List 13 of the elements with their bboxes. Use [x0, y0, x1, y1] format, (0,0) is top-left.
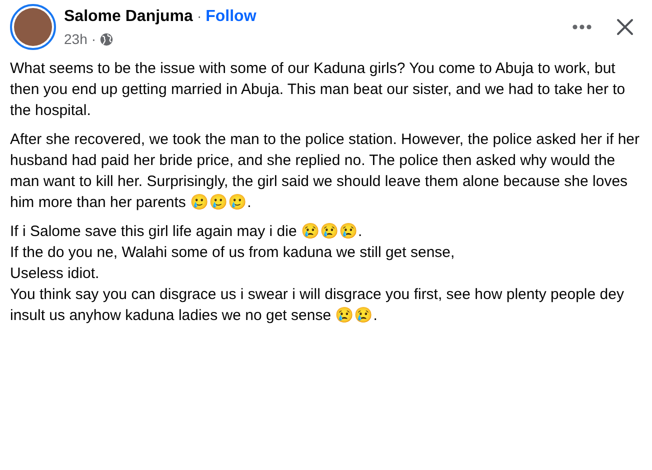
post-text: Useless idiot.	[10, 264, 100, 284]
avatar-circle	[10, 4, 56, 50]
separator-dot: ·	[91, 30, 96, 48]
post-text: If the do you ne, Walahi some of us from kaduna we still get sense,	[10, 243, 456, 263]
author-name[interactable]: Salome Danjuma	[64, 4, 193, 28]
separator-dot: ·	[196, 7, 202, 26]
post-text: If i Salome save this girl life again may i die 😢😢😢.	[10, 222, 364, 242]
post-time[interactable]: 23h	[64, 28, 88, 50]
post-text: You think say you can disgrace us i swear i will disgrace you first, see how plenty people dey insult us anyhow kaduna ladies we no get sense 😢😢.	[10, 285, 625, 326]
follow-link[interactable]: Follow	[206, 4, 256, 28]
post-text: After she recovered, we took the man to the police station. However, the police asked her if her husband had paid her bride price, and she replied no. The police then asked why would the man want to kill her. Surprisingly, the girl said we should leave them alone because she loves him more than her parents 🥲🥲🥲.	[10, 130, 641, 213]
globe-icon	[100, 32, 114, 46]
post-text: What seems to be the issue with some of our Kaduna girls? You come to Abuja to work, but then you end up getting married in Abuja. This man beat our sister, and we had to take her to the hospital.	[10, 59, 626, 121]
